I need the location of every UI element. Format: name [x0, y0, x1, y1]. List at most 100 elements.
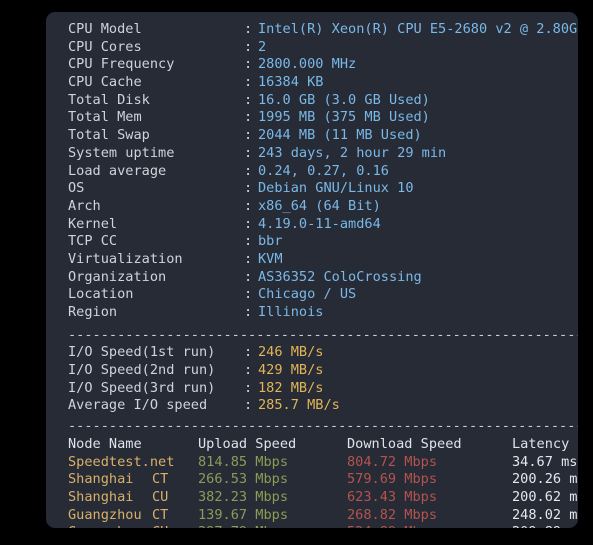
io-colon: : — [244, 397, 253, 414]
info-label: CPU Cores — [68, 38, 142, 55]
io-value: 246 MB/s — [258, 344, 324, 361]
info-row: Load average:0.24, 0.27, 0.16 — [46, 163, 578, 181]
info-colon: : — [244, 286, 253, 303]
info-value: 2044 MB (11 MB Used) — [258, 127, 422, 144]
cell-latency: 200.62 ms — [512, 488, 578, 505]
info-label: Location — [68, 286, 134, 303]
info-colon: : — [244, 38, 253, 55]
io-label: I/O Speed(2nd run) — [68, 362, 216, 379]
info-row: CPU Frequency:2800.000 MHz — [46, 56, 578, 74]
info-row: TCP CC: bbr — [46, 233, 578, 251]
cell-isp-code: CT — [152, 471, 169, 488]
info-value: 243 days, 2 hour 29 min — [258, 144, 447, 161]
info-colon: : — [244, 127, 253, 144]
cell-latency: 209.89 ms — [512, 524, 578, 528]
speedtest-table-body: Speedtest.net 814.85 Mbps 804.72 Mbps 34.67… — [46, 454, 578, 529]
info-colon: : — [244, 109, 253, 126]
table-row: Guangzhou CT 139.67 Mbps 268.82 Mbps 248.02 … — [46, 507, 578, 525]
info-value: bbr — [258, 233, 283, 250]
info-row: Region: Illinois — [46, 304, 578, 322]
table-row: GuangzhouCU397.79 Mbps524.89 Mbps209.89 … — [46, 524, 578, 528]
cell-isp-code — [152, 454, 198, 472]
info-value: 4.19.0-11-amd64 — [258, 215, 381, 232]
info-row: Organization: AS36352 ColoCrossing — [46, 269, 578, 287]
info-colon: : — [244, 304, 253, 320]
info-colon: : — [244, 162, 253, 179]
info-value: Intel(R) Xeon(R) CPU E5-2680 v2 @ 2.80GH… — [258, 21, 578, 37]
cell-isp-code: CT — [152, 506, 169, 523]
info-label: Total Disk — [68, 91, 150, 108]
info-label: CPU Frequency — [68, 56, 175, 73]
section-separator-bottom: ----------------------------------------… — [68, 418, 578, 435]
terminal-window: CPU Model: Intel(R) Xeon(R) CPU E5-2680 v… — [46, 12, 578, 528]
info-value: 2800.000 MHz — [258, 56, 357, 73]
info-colon: : — [244, 91, 253, 108]
cell-upload-speed: 266.53 Mbps — [198, 471, 289, 488]
io-value: 285.7 MB/s — [258, 397, 340, 414]
info-value: Debian GNU/Linux 10 — [258, 180, 414, 197]
info-label: TCP CC — [68, 233, 118, 250]
info-row: Total Mem:1995 MB (375 MB Used) — [46, 109, 578, 127]
info-label: Region — [68, 304, 118, 320]
cell-latency: 248.02 ms — [512, 506, 578, 523]
cell-node-name: Shanghai — [68, 471, 134, 488]
speedtest-table-header: Node Name Upload Speed Download Speed La… — [46, 436, 578, 454]
info-colon: : — [244, 233, 253, 250]
info-colon: : — [244, 180, 253, 197]
io-row: I/O Speed(2nd run):429 MB/s — [46, 362, 578, 380]
table-row: Shanghai CT 266.53 Mbps 579.69 Mbps 200.26 m… — [46, 471, 578, 489]
table-row: Speedtest.net 814.85 Mbps 804.72 Mbps 34.67… — [46, 454, 578, 472]
info-colon: : — [244, 56, 253, 73]
io-row: Average I/O speed:285.7 MB/s — [46, 397, 578, 415]
cell-node-name: Guangzhou — [68, 524, 152, 528]
info-colon: : — [244, 268, 253, 285]
cell-node-name: Guangzhou — [68, 506, 142, 523]
info-row: CPU Cores:2 — [46, 39, 578, 57]
info-label: CPU Model — [68, 21, 142, 37]
info-label: Load average — [68, 162, 167, 179]
info-label: Kernel — [68, 215, 118, 232]
info-colon: : — [244, 144, 253, 161]
io-value: 429 MB/s — [258, 362, 324, 379]
io-colon: : — [244, 362, 253, 379]
column-header-download-speed: Download Speed — [347, 435, 462, 452]
info-row: Virtualization: KVM — [46, 251, 578, 269]
info-row: Kernel:4.19.0-11-amd64 — [46, 216, 578, 234]
cell-isp-code: CU — [152, 524, 198, 528]
cell-isp-code: CU — [152, 488, 169, 505]
cell-download-speed: 623.43 Mbps — [347, 488, 438, 505]
info-value: 0.24, 0.27, 0.16 — [258, 162, 389, 179]
info-label: System uptime — [68, 144, 175, 161]
info-label: Total Mem — [68, 109, 142, 126]
io-label: I/O Speed(3rd run) — [68, 379, 216, 396]
info-value: Chicago / US — [258, 286, 357, 303]
cell-download-speed: 268.82 Mbps — [347, 506, 438, 523]
section-separator-top: ----------------------------------------… — [68, 326, 578, 343]
info-label: Organization — [68, 268, 167, 285]
info-row: Total Swap:2044 MB (11 MB Used) — [46, 127, 578, 145]
io-colon: : — [244, 344, 253, 361]
info-value: Illinois — [258, 304, 324, 320]
info-row: CPU Model: Intel(R) Xeon(R) CPU E5-2680 v… — [46, 21, 578, 39]
column-header-node-name: Node Name — [68, 435, 142, 452]
info-colon: : — [244, 21, 253, 37]
io-label: I/O Speed(1st run) — [68, 344, 216, 361]
info-row: CPU Cache:16384 KB — [46, 74, 578, 92]
info-label: CPU Cache — [68, 74, 142, 91]
cell-node-name: Speedtest.net — [68, 453, 175, 470]
info-value: AS36352 ColoCrossing — [258, 268, 422, 285]
io-row: I/O Speed(1st run):246 MB/s — [46, 344, 578, 362]
info-row: Total Disk:16.0 GB (3.0 GB Used) — [46, 92, 578, 110]
info-row: Location: Chicago / US — [46, 286, 578, 304]
column-header-latency: Latency — [512, 435, 570, 452]
io-label: Average I/O speed — [68, 397, 208, 414]
info-value: 16384 KB — [258, 74, 324, 91]
cell-upload-speed: 139.67 Mbps — [198, 506, 289, 523]
cell-upload-speed: 814.85 Mbps — [198, 453, 289, 470]
table-row: Shanghai CU 382.23 Mbps 623.43 Mbps 200.62 m… — [46, 489, 578, 507]
io-colon: : — [244, 379, 253, 396]
cell-download-speed: 579.69 Mbps — [347, 471, 438, 488]
info-label: Arch — [68, 197, 101, 214]
info-value: 1995 MB (375 MB Used) — [258, 109, 430, 126]
cell-upload-speed: 382.23 Mbps — [198, 488, 289, 505]
